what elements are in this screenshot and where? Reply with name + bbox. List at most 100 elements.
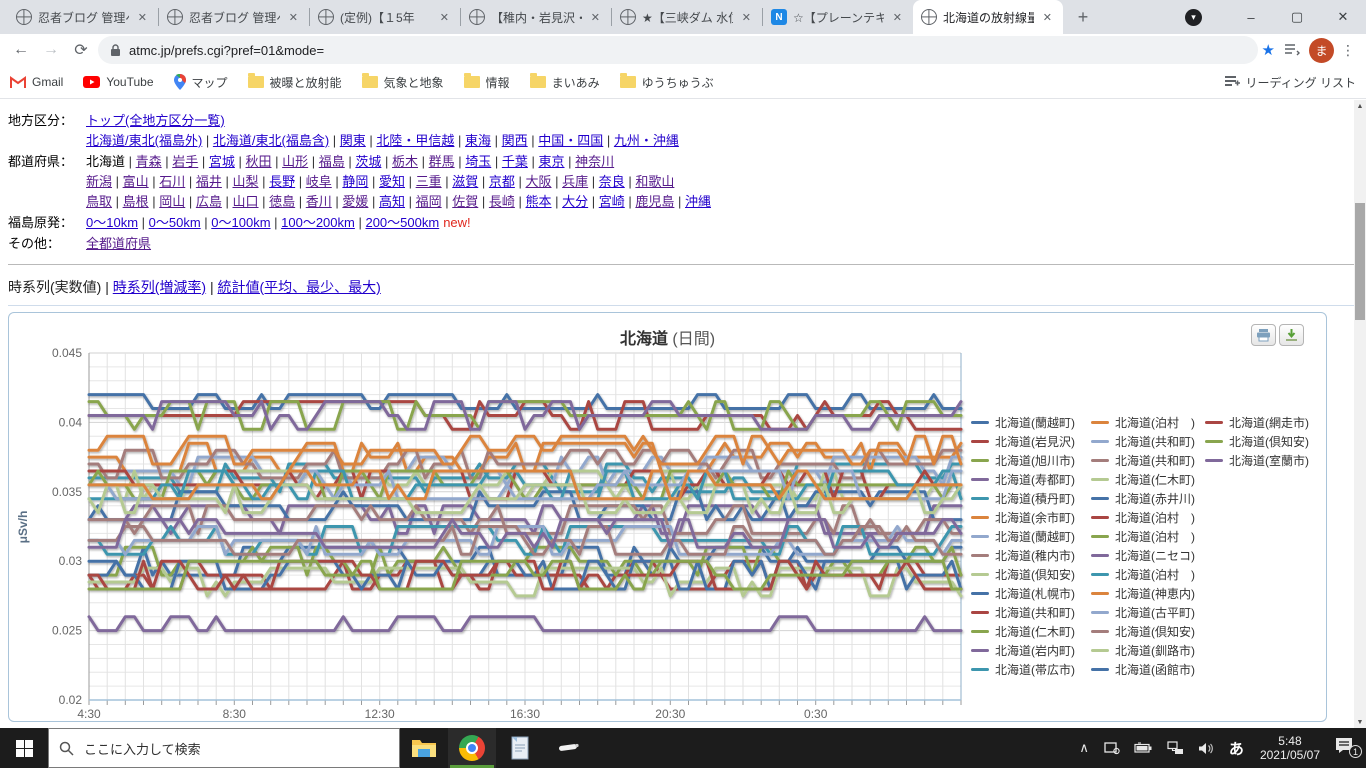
- nav-link[interactable]: 大分: [562, 194, 588, 209]
- legend-item[interactable]: 北海道(釧路市): [1091, 641, 1195, 660]
- reading-list-button[interactable]: リーディング リスト: [1224, 74, 1356, 91]
- nav-link[interactable]: 滋賀: [452, 174, 478, 189]
- nav-link[interactable]: 岩手: [172, 154, 198, 169]
- legend-item[interactable]: 北海道(網走市): [1205, 413, 1309, 432]
- tab-close-icon[interactable]: ✕: [588, 10, 603, 25]
- nav-link[interactable]: 100～200km: [281, 215, 355, 230]
- nav-link[interactable]: 熊本: [526, 194, 552, 209]
- tray-tablet-icon[interactable]: [1096, 741, 1127, 755]
- bookmark-folder[interactable]: 被曝と放射能: [247, 73, 342, 91]
- nav-link[interactable]: 東海: [465, 133, 491, 148]
- nav-link[interactable]: 福井: [196, 174, 222, 189]
- legend-item[interactable]: 北海道(余市町): [971, 508, 1075, 527]
- nav-link[interactable]: 大阪: [526, 174, 552, 189]
- nav-link[interactable]: 愛媛: [342, 194, 368, 209]
- browser-tab[interactable]: N ☆【プレーンテキスト ✕: [763, 0, 913, 34]
- legend-item[interactable]: 北海道(函館市): [1091, 660, 1195, 679]
- legend-item[interactable]: 北海道(倶知安): [1205, 432, 1309, 451]
- legend-item[interactable]: 北海道(稚内市): [971, 546, 1075, 565]
- legend-item[interactable]: 北海道(岩見沢): [971, 432, 1075, 451]
- nav-link[interactable]: 岡山: [159, 194, 185, 209]
- nav-link[interactable]: 徳島: [269, 194, 295, 209]
- nav-link[interactable]: 香川: [306, 194, 332, 209]
- minimize-button[interactable]: –: [1228, 0, 1274, 34]
- nav-link[interactable]: 高知: [379, 194, 405, 209]
- legend-item[interactable]: 北海道(札幌市): [971, 584, 1075, 603]
- tray-chevron-icon[interactable]: ∧: [1072, 740, 1096, 756]
- start-button[interactable]: [0, 728, 48, 768]
- taskbar-pen-app[interactable]: [544, 728, 592, 768]
- nav-link[interactable]: 新潟: [86, 174, 112, 189]
- tab-close-icon[interactable]: ✕: [437, 10, 452, 25]
- legend-item[interactable]: 北海道(泊村 ): [1091, 565, 1195, 584]
- legend-item[interactable]: 北海道(倶知安): [971, 565, 1075, 584]
- nav-link[interactable]: 長崎: [489, 194, 515, 209]
- nav-link[interactable]: 神奈川: [575, 154, 614, 169]
- nav-link[interactable]: 北陸・甲信越: [376, 133, 454, 148]
- tab-close-icon[interactable]: ✕: [890, 10, 905, 25]
- new-tab-button[interactable]: +: [1069, 3, 1097, 31]
- nav-link[interactable]: 中国・四国: [538, 133, 603, 148]
- legend-item[interactable]: 北海道(共和町): [1091, 432, 1195, 451]
- nav-link[interactable]: 0～100km: [211, 215, 270, 230]
- browser-menu-button[interactable]: ⋮: [1338, 42, 1358, 59]
- nav-link[interactable]: 0～10km: [86, 215, 138, 230]
- nav-link[interactable]: 関東: [340, 133, 366, 148]
- nav-link[interactable]: 京都: [489, 174, 515, 189]
- bookmark-folder[interactable]: ゆうちゅうぶ: [619, 73, 714, 91]
- legend-item[interactable]: 北海道(泊村 ): [1091, 413, 1195, 432]
- nav-link[interactable]: 石川: [159, 174, 185, 189]
- profile-avatar[interactable]: ま: [1309, 37, 1334, 63]
- legend-item[interactable]: 北海道(帯広市): [971, 660, 1075, 679]
- tray-volume-icon[interactable]: [1191, 742, 1221, 755]
- bookmark-folder[interactable]: まいあみ: [529, 73, 600, 91]
- nav-link[interactable]: 北海道/東北(福島外): [86, 133, 202, 148]
- page-scrollbar[interactable]: ▲ ▼: [1354, 100, 1366, 728]
- nav-link[interactable]: 青森: [136, 154, 162, 169]
- nav-link[interactable]: 愛知: [379, 174, 405, 189]
- browser-tab[interactable]: 忍者ブログ 管理ペ- ✕: [159, 0, 309, 34]
- nav-link[interactable]: 鹿児島: [635, 194, 674, 209]
- legend-item[interactable]: 北海道(神恵内): [1091, 584, 1195, 603]
- legend-item[interactable]: 北海道(室蘭市): [1205, 451, 1309, 470]
- tray-network-icon[interactable]: [1160, 741, 1191, 755]
- ime-indicator[interactable]: あ: [1221, 738, 1252, 759]
- nav-link[interactable]: 九州・沖縄: [614, 133, 679, 148]
- bookmark-gmail[interactable]: Gmail: [10, 75, 63, 89]
- browser-tab[interactable]: 忍者ブログ 管理ペ- ✕: [8, 0, 158, 34]
- nav-link[interactable]: 山形: [282, 154, 308, 169]
- legend-item[interactable]: 北海道(共和町): [1091, 451, 1195, 470]
- nav-link[interactable]: 兵庫: [562, 174, 588, 189]
- tab-close-icon[interactable]: ✕: [739, 10, 754, 25]
- taskbar-search[interactable]: ここに入力して検索: [48, 728, 400, 768]
- view-tab-link[interactable]: 時系列(増減率): [113, 279, 206, 295]
- nav-link[interactable]: 島根: [123, 194, 149, 209]
- nav-link[interactable]: 福岡: [416, 194, 442, 209]
- nav-link[interactable]: 沖縄: [685, 194, 711, 209]
- bookmark-youtube[interactable]: YouTube: [83, 75, 154, 89]
- tab-search-button[interactable]: ▾: [1185, 8, 1202, 26]
- legend-item[interactable]: 北海道(蘭越町): [971, 413, 1075, 432]
- nav-link[interactable]: 0～50km: [149, 215, 201, 230]
- legend-item[interactable]: 北海道(ニセコ): [1091, 546, 1195, 565]
- nav-link[interactable]: 山梨: [233, 174, 259, 189]
- nav-link[interactable]: 奈良: [599, 174, 625, 189]
- nav-link[interactable]: トップ(全地方区分一覧): [86, 113, 225, 128]
- bookmark-star-icon[interactable]: ★: [1262, 41, 1275, 59]
- tray-battery-icon[interactable]: [1127, 742, 1160, 754]
- taskbar-chrome[interactable]: [448, 728, 496, 768]
- legend-item[interactable]: 北海道(泊村 ): [1091, 508, 1195, 527]
- forward-button[interactable]: →: [38, 37, 64, 63]
- legend-item[interactable]: 北海道(旭川市): [971, 451, 1075, 470]
- nav-link[interactable]: 千葉: [502, 154, 528, 169]
- legend-item[interactable]: 北海道(岩内町): [971, 641, 1075, 660]
- legend-item[interactable]: 北海道(赤井川): [1091, 489, 1195, 508]
- nav-link[interactable]: 広島: [196, 194, 222, 209]
- browser-tab[interactable]: (定例)【１5年 ✕: [310, 0, 460, 34]
- tab-close-icon[interactable]: ✕: [286, 10, 301, 25]
- nav-link[interactable]: 和歌山: [635, 174, 674, 189]
- nav-link[interactable]: 長野: [269, 174, 295, 189]
- nav-link[interactable]: 鳥取: [86, 194, 112, 209]
- tab-close-icon[interactable]: ✕: [135, 10, 150, 25]
- bookmark-folder[interactable]: 気象と地象: [361, 73, 444, 91]
